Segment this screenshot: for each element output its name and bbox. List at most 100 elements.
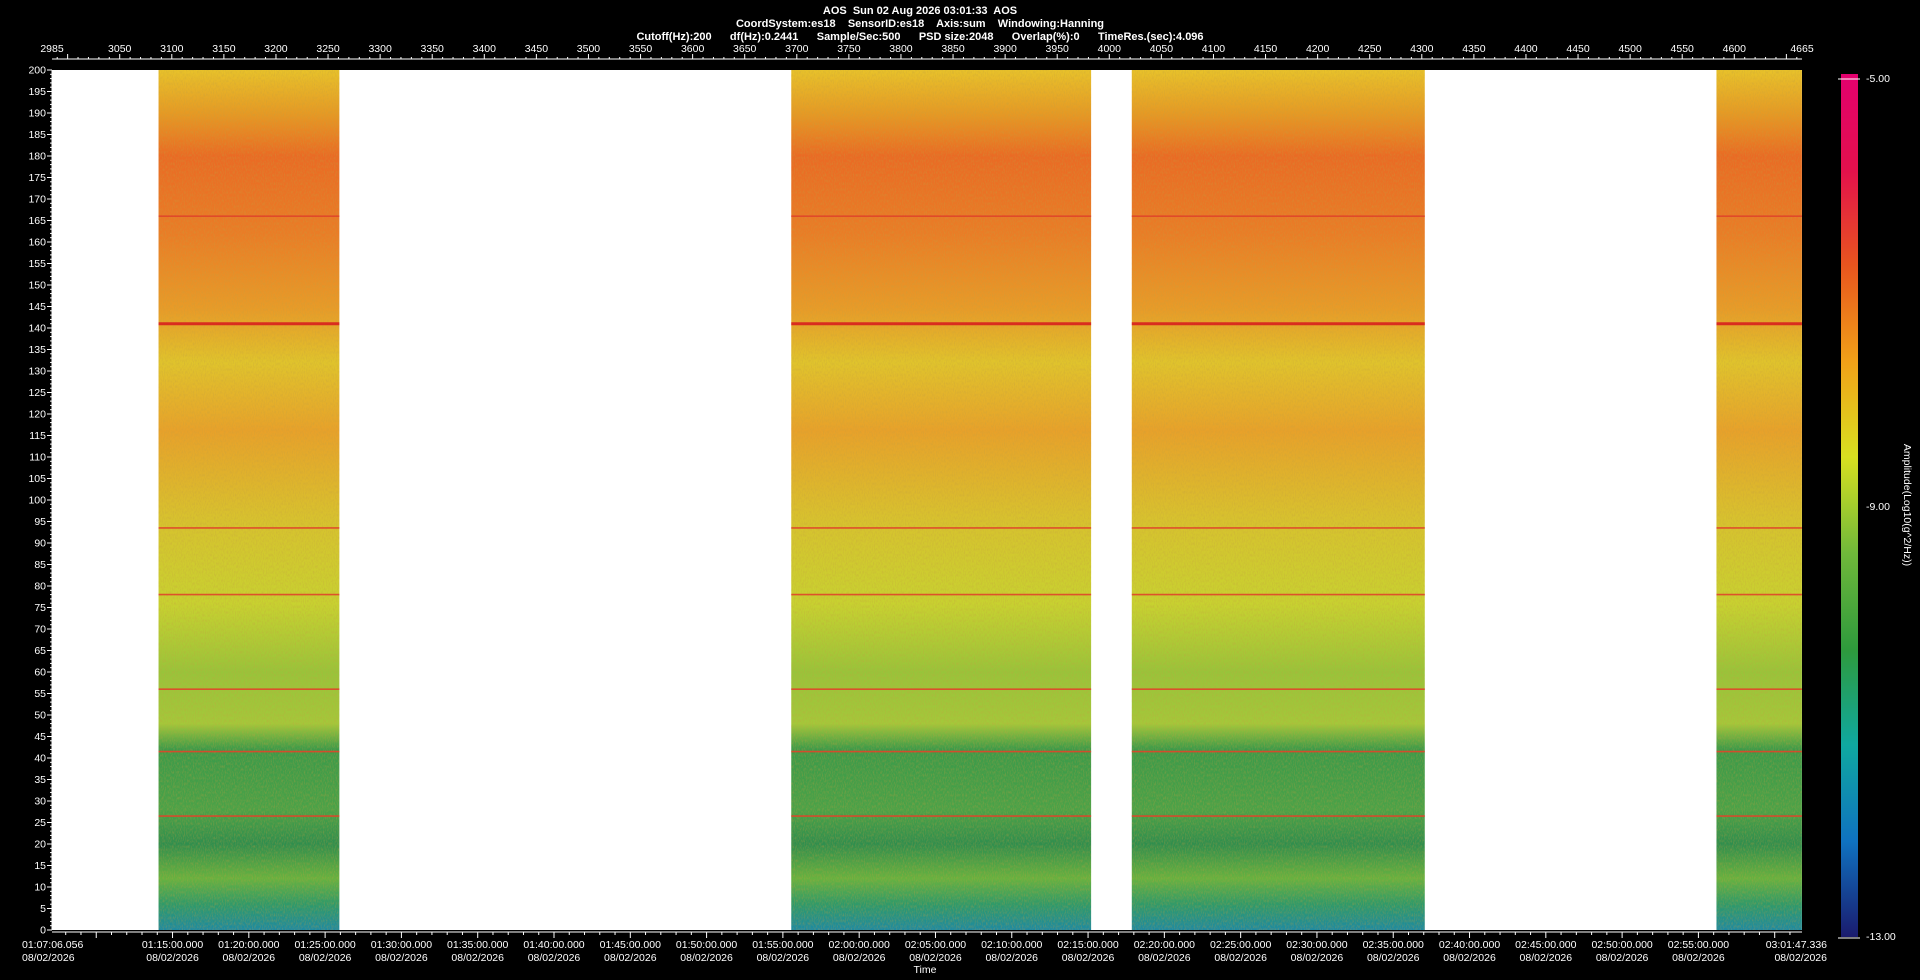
y-tick-label: 35	[34, 774, 46, 786]
y-tick-label: 155	[28, 258, 46, 270]
top-tick-label: 4600	[1723, 43, 1747, 55]
top-tick-label: 3400	[473, 43, 497, 55]
top-tick-label: 3050	[108, 43, 132, 55]
time-tick-label: 02:55:00.000	[1668, 939, 1729, 951]
top-tick-label: 4500	[1618, 43, 1642, 55]
x-axis-label: Time	[914, 964, 937, 976]
y-tick-label: 40	[34, 753, 46, 765]
y-tick-label: 100	[28, 495, 46, 507]
top-tick-label: 3150	[212, 43, 236, 55]
colorbar-min-label: -13.00	[1866, 931, 1896, 943]
colorbar	[1841, 74, 1858, 937]
y-tick-label: 175	[28, 172, 46, 184]
top-tick-label: 3300	[368, 43, 392, 55]
time-tick-label: 01:25:00.000	[294, 939, 355, 951]
y-tick-label: 115	[29, 430, 46, 442]
top-tick-label: 4550	[1671, 43, 1695, 55]
y-tick-label: 10	[34, 882, 46, 894]
date-tick-label: 08/02/2026	[680, 952, 733, 964]
date-tick-label: 08/02/2026	[146, 952, 199, 964]
y-tick-label: 105	[28, 473, 46, 485]
y-tick-label: 45	[34, 731, 46, 743]
top-tick-label: 3550	[629, 43, 653, 55]
y-tick-label: 5	[40, 903, 46, 915]
time-tick-label: 01:50:00.000	[676, 939, 737, 951]
top-tick-label: 3950	[1046, 43, 1070, 55]
time-tick-label: 02:25:00.000	[1210, 939, 1271, 951]
top-tick-label: 3350	[421, 43, 445, 55]
y-tick-label: 170	[28, 194, 46, 206]
segment-noise-2	[791, 70, 1092, 930]
date-tick-label: 08/02/2026	[22, 952, 75, 964]
time-tick-label: 02:10:00.000	[981, 939, 1042, 951]
date-tick-label: 08/02/2026	[1520, 952, 1573, 964]
time-tick-label: 02:30:00.000	[1286, 939, 1347, 951]
date-tick-label: 08/02/2026	[604, 952, 657, 964]
time-tick-label: 01:15:00.000	[142, 939, 203, 951]
date-tick-label: 08/02/2026	[451, 952, 504, 964]
top-tick-label: 3900	[993, 43, 1017, 55]
y-tick-label: 70	[34, 624, 46, 636]
date-tick-label: 08/02/2026	[833, 952, 886, 964]
top-tick-label: 3100	[160, 43, 184, 55]
top-tick-label: 4250	[1358, 43, 1382, 55]
y-tick-label: 95	[34, 516, 46, 528]
y-tick-label: 90	[34, 538, 46, 550]
date-tick-label: 08/02/2026	[223, 952, 276, 964]
time-tick-label: 02:05:00.000	[905, 939, 966, 951]
top-tick-label: 4050	[1150, 43, 1174, 55]
y-tick-label: 20	[34, 839, 46, 851]
y-tick-label: 80	[34, 581, 46, 593]
top-tick-label: 3800	[889, 43, 913, 55]
top-tick-label: 3650	[733, 43, 757, 55]
time-axis: 01:07:06.05608/02/202601:15:00.00008/02/…	[22, 931, 1827, 964]
y-tick-label: 30	[34, 796, 46, 808]
top-axis: 2985 3050 3100 3150 3200 3250 3300 3350 3400 3450…	[40, 43, 1814, 60]
date-tick-label: 08/02/2026	[1596, 952, 1649, 964]
date-tick-label: 08/02/2026	[1443, 952, 1496, 964]
date-tick-label: 08/02/2026	[1774, 952, 1827, 964]
segment-noise-1	[158, 70, 340, 930]
top-tick-label: 4150	[1254, 43, 1278, 55]
y-tick-label: 85	[34, 559, 46, 571]
time-tick-label: 01:55:00.000	[752, 939, 813, 951]
y-tick-label: 15	[34, 860, 46, 872]
date-tick-label: 08/02/2026	[985, 952, 1038, 964]
time-tick-label: 01:35:00.000	[447, 939, 508, 951]
y-tick-label: 110	[29, 452, 46, 464]
y-tick-label: 55	[34, 688, 46, 700]
time-tick-label: 01:40:00.000	[523, 939, 584, 951]
y-tick-label: 140	[28, 323, 46, 335]
y-tick-label: 150	[28, 280, 46, 292]
date-tick-label: 08/02/2026	[757, 952, 810, 964]
top-tick-label: 3450	[525, 43, 549, 55]
date-tick-label: 08/02/2026	[1062, 952, 1115, 964]
time-tick-label: 02:00:00.000	[829, 939, 890, 951]
date-tick-label: 08/02/2026	[909, 952, 962, 964]
top-tick-label: 3850	[941, 43, 965, 55]
top-tick-label: 4100	[1202, 43, 1226, 55]
top-tick-label: 4665	[1790, 43, 1814, 55]
y-tick-label: 185	[28, 129, 46, 141]
y-axis: 0 5 10 15 20 25 30 35 40 45 50 55 60 65 70 75 80 85 90 95 10…	[28, 65, 53, 937]
top-tick-label: 4350	[1462, 43, 1486, 55]
y-tick-label: 180	[28, 151, 46, 163]
top-tick-label: 3250	[316, 43, 340, 55]
y-tick-label: 50	[34, 710, 46, 722]
y-tick-label: 65	[34, 645, 46, 657]
y-tick-label: 200	[28, 65, 46, 77]
time-tick-label: 02:35:00.000	[1363, 939, 1424, 951]
y-tick-label: 25	[34, 817, 46, 829]
date-tick-label: 08/02/2026	[299, 952, 352, 964]
y-tick-label: 160	[28, 237, 46, 249]
top-tick-label: 3600	[681, 43, 705, 55]
time-tick-label: 02:50:00.000	[1591, 939, 1652, 951]
top-tick-label: 4300	[1410, 43, 1434, 55]
time-tick-label: 01:07:06.056	[22, 939, 83, 951]
time-tick-label: 01:30:00.000	[371, 939, 432, 951]
colorbar-max-label: -5.00	[1866, 73, 1890, 85]
time-tick-label: 02:20:00.000	[1134, 939, 1195, 951]
top-tick-label: 4450	[1566, 43, 1590, 55]
time-tick-label: 02:45:00.000	[1515, 939, 1576, 951]
y-tick-label: 130	[28, 366, 46, 378]
